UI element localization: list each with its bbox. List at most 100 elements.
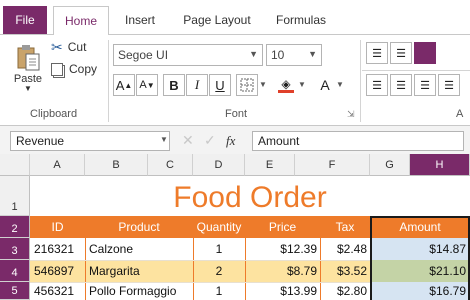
font-color-button[interactable]: A	[314, 74, 336, 96]
cut-button[interactable]: ✂ Cut	[50, 38, 104, 56]
alignment-group-label: A	[456, 108, 464, 120]
cell-product[interactable]: Margarita	[89, 260, 193, 282]
cell-quantity[interactable]: 1	[193, 238, 245, 260]
column-header-a[interactable]: A	[30, 154, 85, 176]
cell-tax[interactable]: $2.48	[320, 238, 367, 260]
column-header-f[interactable]: F	[295, 154, 370, 176]
enter-icon[interactable]: ✓	[204, 132, 216, 149]
align-left-icon: ☰	[372, 79, 382, 92]
header-cell-id[interactable]: ID	[30, 216, 85, 238]
paste-icon	[17, 44, 40, 70]
column-header-g[interactable]: G	[370, 154, 410, 176]
font-color-dropdown-icon[interactable]: ▼	[336, 80, 344, 89]
cell-amount[interactable]: $21.10	[370, 260, 466, 282]
align-right-icon: ☰	[420, 79, 430, 92]
cell-id[interactable]: 546897	[34, 260, 85, 282]
formula-input[interactable]: Amount	[252, 131, 464, 151]
align-middle-icon: ☰	[396, 47, 406, 60]
shrink-font-button[interactable]: A ▼	[136, 74, 158, 96]
underline-button[interactable]: U	[209, 74, 231, 96]
column-header-h[interactable]: H	[410, 154, 470, 176]
justify-icon: ☰	[444, 79, 454, 92]
select-all-corner[interactable]	[0, 154, 30, 176]
cell-id[interactable]: 456321	[34, 282, 85, 300]
cell-amount[interactable]: $16.79	[370, 282, 466, 300]
cell-tax[interactable]: $2.80	[320, 282, 367, 300]
paste-label: Paste	[13, 72, 43, 85]
tab-insert[interactable]: Insert	[112, 6, 168, 34]
align-middle-button[interactable]: ☰	[390, 42, 412, 64]
header-cell-quantity[interactable]: Quantity	[193, 216, 245, 238]
italic-button[interactable]: I	[186, 74, 208, 96]
align-left-button[interactable]: ☰	[366, 74, 388, 96]
align-top-icon: ☰	[372, 47, 382, 60]
align-right-button[interactable]: ☰	[414, 74, 436, 96]
tab-file[interactable]: File	[3, 6, 47, 34]
cell-price[interactable]: $8.79	[245, 260, 317, 282]
dialog-launcher-icon[interactable]: ⇲	[347, 109, 355, 120]
scissors-icon: ✂	[51, 38, 63, 55]
row-header-4[interactable]: 4	[0, 260, 30, 282]
column-separator	[85, 238, 86, 300]
fill-color-swatch	[278, 89, 294, 93]
font-group-label: Font	[225, 108, 248, 120]
row-header-2[interactable]: 2	[0, 216, 30, 238]
column-header-d[interactable]: D	[193, 154, 245, 176]
chevron-down-icon: ▼	[308, 49, 317, 59]
header-cell-price[interactable]: Price	[245, 216, 320, 238]
cell-tax[interactable]: $3.52	[320, 260, 367, 282]
fill-color-button[interactable]: ◈	[275, 74, 297, 96]
paste-button[interactable]: Paste ▼	[8, 38, 48, 96]
align-center-button[interactable]: ☰	[390, 74, 412, 96]
header-cell-product[interactable]: Product	[85, 216, 193, 238]
clipboard-group-label: Clipboard	[30, 108, 78, 120]
align-top-button[interactable]: ☰	[366, 42, 388, 64]
divider	[362, 70, 470, 71]
bold-button[interactable]: B	[163, 74, 185, 96]
insert-function-button[interactable]: fx	[226, 133, 235, 149]
cell-price[interactable]: $13.99	[245, 282, 317, 300]
grow-font-icon: A	[115, 77, 125, 93]
tab-page-layout[interactable]: Page Layout	[174, 6, 260, 34]
copy-icon	[51, 62, 63, 76]
cell-product[interactable]: Calzone	[89, 238, 193, 260]
font-family-select[interactable]: Segoe UI ▼	[113, 44, 263, 66]
header-cell-tax[interactable]: Tax	[320, 216, 370, 238]
align-bottom-button[interactable]	[414, 42, 436, 64]
copy-label: Copy	[69, 62, 98, 76]
cell-product[interactable]: Pollo Formaggio	[89, 282, 193, 300]
paint-bucket-icon: ◈	[281, 76, 291, 91]
chevron-down-icon: ▼	[249, 49, 258, 59]
font-size-value: 10	[271, 48, 285, 62]
cell-quantity[interactable]: 1	[193, 282, 245, 300]
grow-font-button[interactable]: A ▲	[113, 74, 135, 96]
borders-button[interactable]	[236, 74, 258, 96]
align-center-icon: ☰	[396, 79, 406, 92]
cell-quantity[interactable]: 2	[193, 260, 245, 282]
column-header-b[interactable]: B	[85, 154, 148, 176]
cancel-icon[interactable]: ✕	[182, 132, 194, 149]
font-family-value: Segoe UI	[118, 48, 169, 62]
sheet-title[interactable]: Food Order	[30, 176, 470, 216]
name-box-dropdown-icon[interactable]: ▼	[160, 135, 168, 144]
row-header-5[interactable]: 5	[0, 282, 30, 300]
shrink-font-icon: A	[139, 79, 147, 91]
tab-home[interactable]: Home	[53, 6, 109, 35]
borders-dropdown-icon[interactable]: ▼	[259, 80, 267, 89]
paste-dropdown-icon[interactable]: ▼	[24, 84, 32, 93]
column-header-e[interactable]: E	[245, 154, 295, 176]
row-header-3[interactable]: 3	[0, 238, 30, 260]
borders-icon	[240, 78, 254, 92]
row-header-1[interactable]: 1	[0, 176, 30, 216]
cell-id[interactable]: 216321	[34, 238, 85, 260]
cut-label: Cut	[67, 40, 87, 54]
name-box[interactable]: Revenue	[10, 131, 170, 151]
fill-dropdown-icon[interactable]: ▼	[298, 80, 306, 89]
font-size-select[interactable]: 10 ▼	[266, 44, 322, 66]
copy-button[interactable]: Copy	[50, 60, 104, 78]
tab-formulas[interactable]: Formulas	[266, 6, 336, 34]
justify-button[interactable]: ☰	[438, 74, 460, 96]
cell-amount[interactable]: $14.87	[370, 238, 466, 260]
cell-price[interactable]: $12.39	[245, 238, 317, 260]
column-header-c[interactable]: C	[148, 154, 193, 176]
